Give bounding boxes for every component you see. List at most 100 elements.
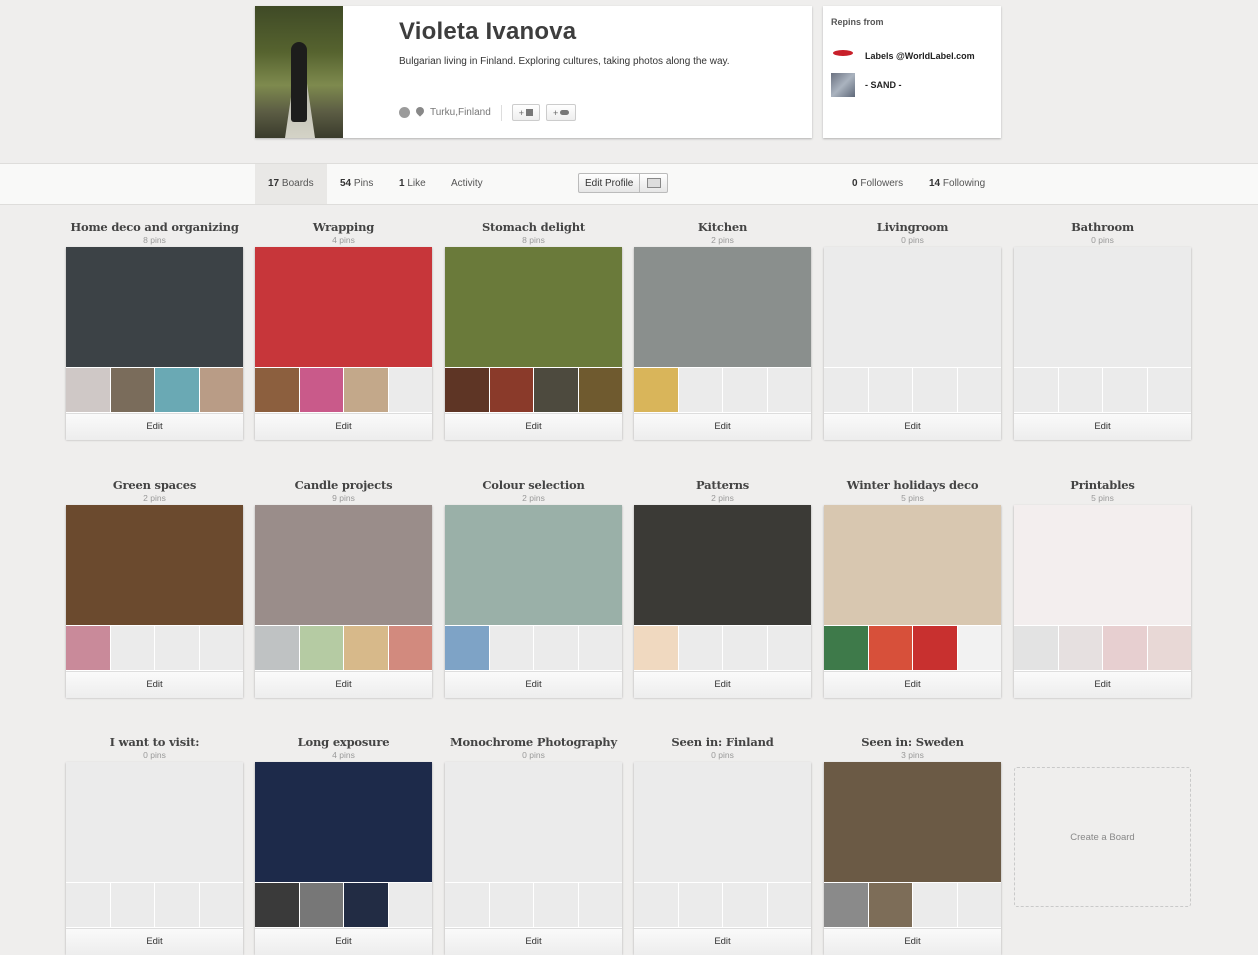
- board-thumb[interactable]: [723, 368, 767, 412]
- board-thumb[interactable]: [578, 626, 622, 670]
- board-edit-button[interactable]: Edit: [1014, 671, 1191, 698]
- board-thumb[interactable]: [723, 626, 767, 670]
- board[interactable]: Bathroom 0 pins Edit: [1014, 220, 1191, 440]
- board-thumb[interactable]: [155, 883, 199, 927]
- board-cover[interactable]: Edit: [255, 762, 432, 955]
- board-title[interactable]: Candle projects: [255, 478, 432, 492]
- board-cover[interactable]: Edit: [824, 247, 1001, 440]
- board-title[interactable]: Long exposure: [255, 735, 432, 749]
- board-cover[interactable]: Edit: [255, 247, 432, 440]
- board-thumb[interactable]: [445, 883, 489, 927]
- board[interactable]: Livingroom 0 pins Edit: [824, 220, 1001, 440]
- board-thumb[interactable]: [489, 626, 533, 670]
- board-thumb[interactable]: [255, 368, 299, 412]
- board-thumb[interactable]: [155, 368, 199, 412]
- board-thumb[interactable]: [868, 626, 912, 670]
- board-thumb[interactable]: [957, 883, 1001, 927]
- board-edit-button[interactable]: Edit: [1014, 413, 1191, 440]
- board[interactable]: Stomach delight 8 pins Edit: [445, 220, 622, 440]
- board-thumb[interactable]: [1103, 368, 1147, 412]
- board[interactable]: Home deco and organizing 8 pins Edit: [66, 220, 243, 440]
- board-main-image[interactable]: [66, 247, 243, 367]
- board-edit-button[interactable]: Edit: [824, 928, 1001, 955]
- board-main-image[interactable]: [66, 762, 243, 882]
- tab-boards[interactable]: 17 Boards: [255, 164, 327, 204]
- board[interactable]: Kitchen 2 pins Edit: [634, 220, 811, 440]
- board-edit-button[interactable]: Edit: [445, 671, 622, 698]
- board-thumb[interactable]: [913, 368, 957, 412]
- board-main-image[interactable]: [445, 505, 622, 625]
- board-main-image[interactable]: [255, 505, 432, 625]
- board-cover[interactable]: Edit: [1014, 505, 1191, 698]
- board-title[interactable]: Seen in: Finland: [634, 735, 811, 749]
- board[interactable]: Winter holidays deco 5 pins Edit: [824, 478, 1001, 698]
- board-thumb[interactable]: [824, 626, 868, 670]
- board-edit-button[interactable]: Edit: [255, 928, 432, 955]
- board-cover[interactable]: Edit: [66, 762, 243, 955]
- board-main-image[interactable]: [824, 505, 1001, 625]
- board-thumb[interactable]: [913, 626, 957, 670]
- board-edit-button[interactable]: Edit: [66, 671, 243, 698]
- board-title[interactable]: Patterns: [634, 478, 811, 492]
- board-cover[interactable]: Edit: [445, 247, 622, 440]
- facebook-follow-button[interactable]: +: [511, 104, 541, 121]
- board[interactable]: Green spaces 2 pins Edit: [66, 478, 243, 698]
- board-main-image[interactable]: [634, 762, 811, 882]
- board-thumb[interactable]: [767, 883, 811, 927]
- board-thumb[interactable]: [634, 883, 678, 927]
- board[interactable]: Patterns 2 pins Edit: [634, 478, 811, 698]
- tab-followers[interactable]: 0 Followers: [839, 164, 916, 204]
- board[interactable]: Monochrome Photography 0 pins Edit: [445, 735, 622, 955]
- repin-item[interactable]: Labels @WorldLabel.com: [831, 44, 975, 68]
- board-thumb[interactable]: [1058, 368, 1102, 412]
- board-thumb[interactable]: [534, 368, 578, 412]
- board[interactable]: Candle projects 9 pins Edit: [255, 478, 432, 698]
- profile-display-button[interactable]: [640, 173, 669, 193]
- board-cover[interactable]: Edit: [634, 505, 811, 698]
- board-thumb[interactable]: [868, 883, 912, 927]
- board-thumb[interactable]: [824, 368, 868, 412]
- board-edit-button[interactable]: Edit: [445, 413, 622, 440]
- board-cover[interactable]: Edit: [1014, 247, 1191, 440]
- avatar[interactable]: [255, 6, 343, 138]
- board-thumb[interactable]: [634, 626, 678, 670]
- board-thumb[interactable]: [66, 626, 110, 670]
- board-cover[interactable]: Edit: [634, 247, 811, 440]
- board-thumb[interactable]: [767, 368, 811, 412]
- globe-icon[interactable]: [399, 107, 410, 118]
- board-thumb[interactable]: [66, 883, 110, 927]
- board-main-image[interactable]: [634, 505, 811, 625]
- board-edit-button[interactable]: Edit: [634, 671, 811, 698]
- board-thumb[interactable]: [344, 883, 388, 927]
- board-edit-button[interactable]: Edit: [255, 671, 432, 698]
- board-thumb[interactable]: [489, 368, 533, 412]
- board-thumb[interactable]: [255, 883, 299, 927]
- board-edit-button[interactable]: Edit: [66, 413, 243, 440]
- board-thumb[interactable]: [534, 626, 578, 670]
- board[interactable]: Seen in: Sweden 3 pins Edit: [824, 735, 1001, 955]
- board-thumb[interactable]: [299, 883, 343, 927]
- tab-likes[interactable]: 1 Like: [386, 164, 439, 204]
- board-thumb[interactable]: [344, 368, 388, 412]
- board[interactable]: Printables 5 pins Edit: [1014, 478, 1191, 698]
- board-cover[interactable]: Edit: [66, 247, 243, 440]
- board-title[interactable]: Winter holidays deco: [824, 478, 1001, 492]
- board-title[interactable]: Bathroom: [1014, 220, 1191, 234]
- board-main-image[interactable]: [66, 505, 243, 625]
- board-thumb[interactable]: [678, 883, 722, 927]
- board-cover[interactable]: Edit: [66, 505, 243, 698]
- board-thumb[interactable]: [255, 626, 299, 670]
- board-edit-button[interactable]: Edit: [255, 413, 432, 440]
- board-cover[interactable]: Edit: [824, 505, 1001, 698]
- create-board-button[interactable]: Create a Board: [1014, 767, 1191, 907]
- board-thumb[interactable]: [445, 626, 489, 670]
- board-thumb[interactable]: [578, 883, 622, 927]
- board-thumb[interactable]: [868, 368, 912, 412]
- board-thumb[interactable]: [913, 883, 957, 927]
- board-cover[interactable]: Edit: [824, 762, 1001, 955]
- board-thumb[interactable]: [388, 368, 432, 412]
- board-title[interactable]: Green spaces: [66, 478, 243, 492]
- board-main-image[interactable]: [1014, 505, 1191, 625]
- tab-pins[interactable]: 54 Pins: [327, 164, 386, 204]
- board-thumb[interactable]: [388, 626, 432, 670]
